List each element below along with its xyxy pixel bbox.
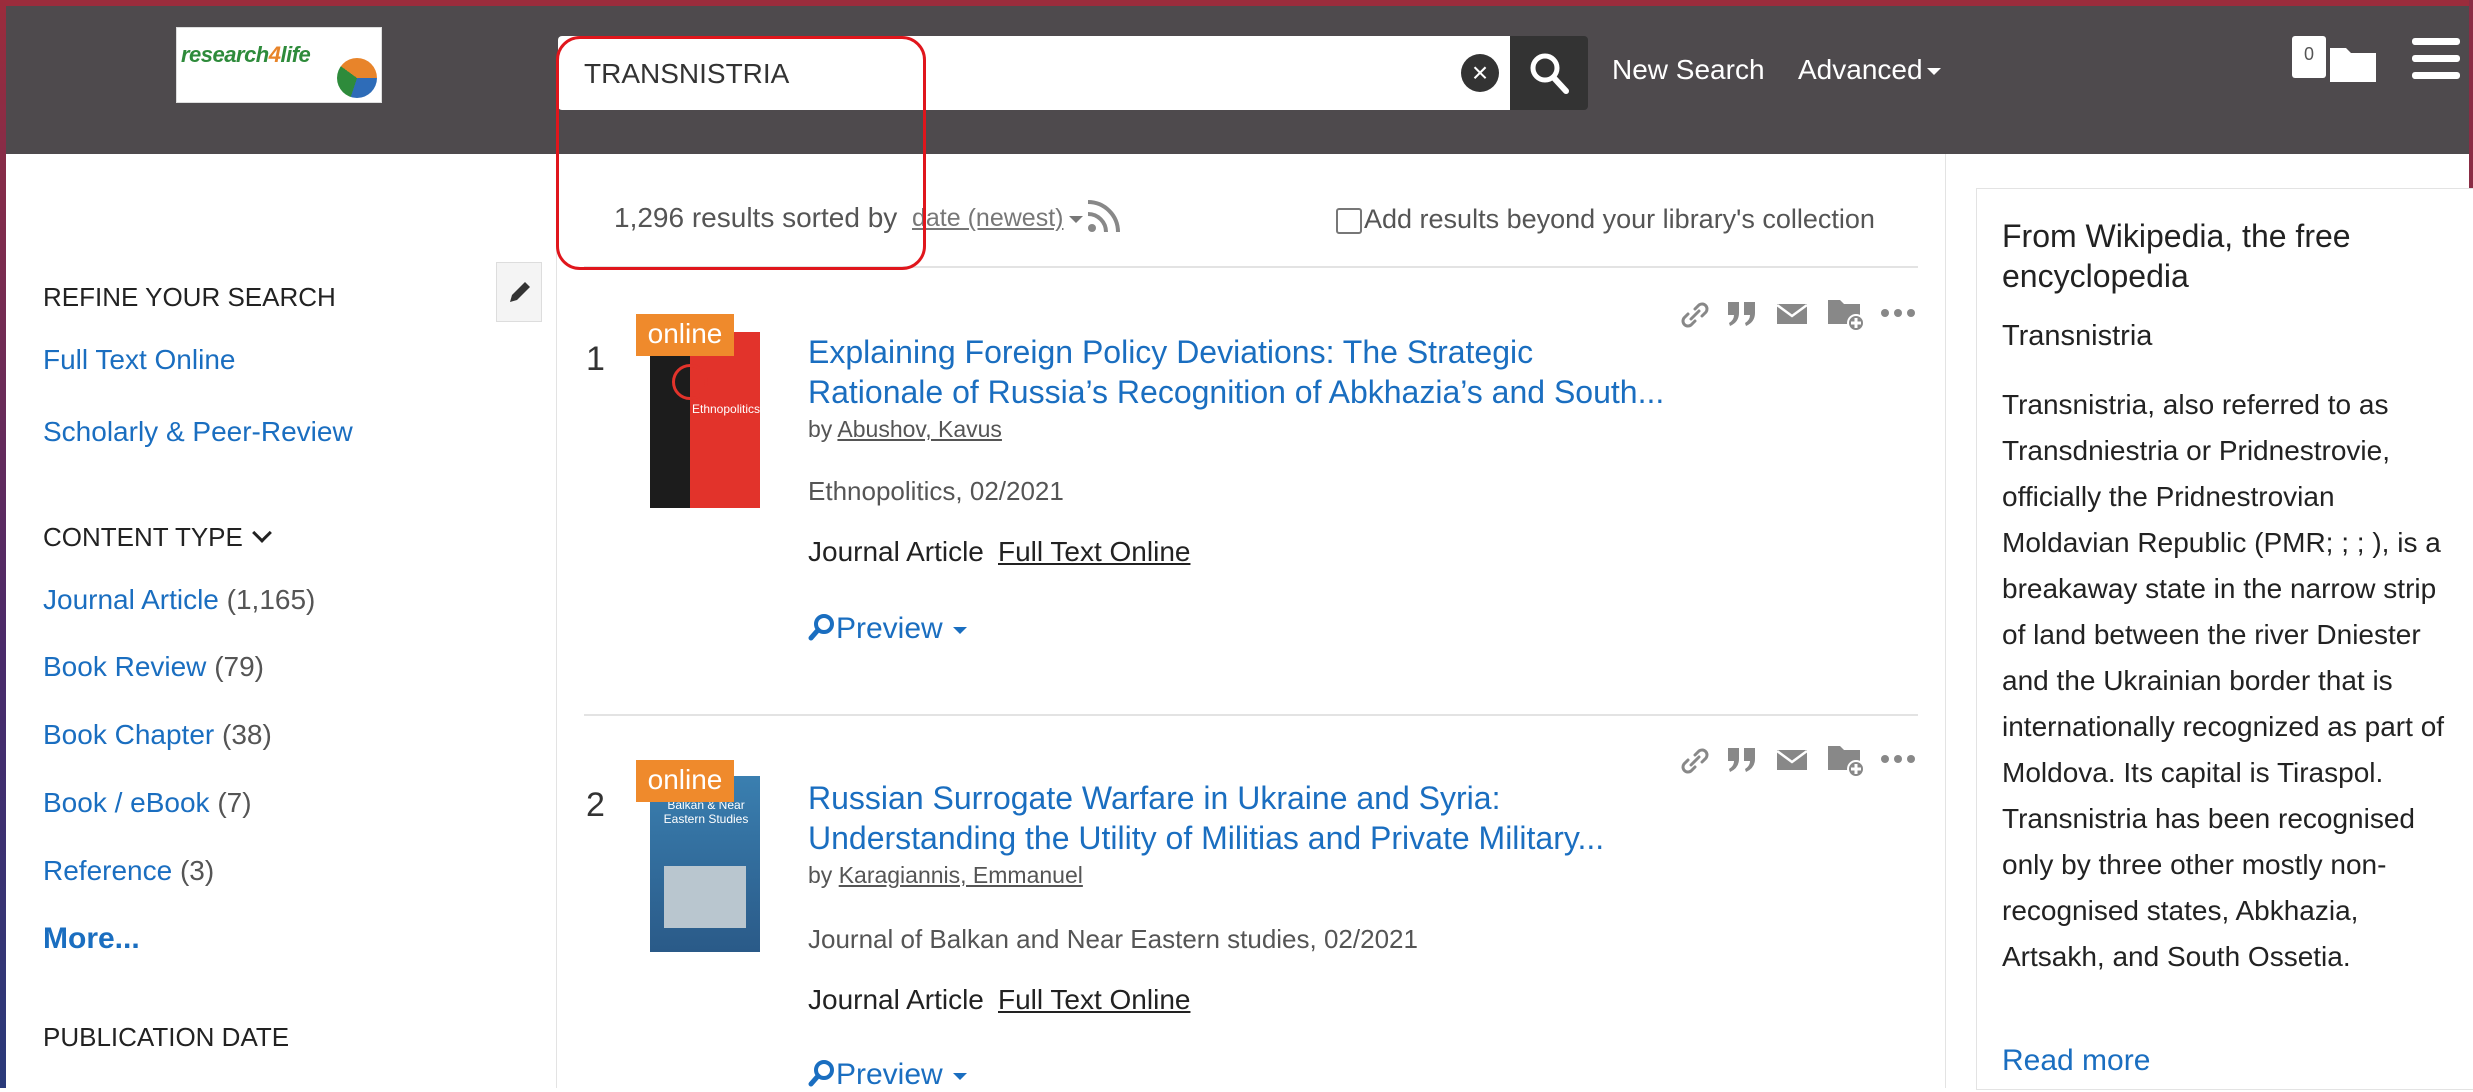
- cover-thumbnail[interactable]: Balkan & Near Eastern Studies: [650, 776, 760, 952]
- preview-search-icon: [808, 1060, 834, 1087]
- more-content-types-link[interactable]: More...: [43, 922, 140, 956]
- result-content-type: Journal Article: [808, 984, 984, 1015]
- preview-search-icon: [808, 614, 834, 641]
- beyond-library-checkbox[interactable]: [1336, 208, 1362, 234]
- clear-search-icon[interactable]: ×: [1461, 54, 1499, 92]
- preview-dropdown[interactable]: Preview: [808, 1058, 967, 1092]
- pencil-icon: [510, 282, 530, 302]
- cite-quote-icon[interactable]: [1726, 298, 1758, 328]
- author-link: Karagiannis, Emmanuel: [838, 862, 1083, 888]
- beyond-library-label[interactable]: Add results beyond your library's collec…: [1364, 204, 1875, 235]
- edit-refine-button[interactable]: [496, 262, 542, 322]
- more-options-icon[interactable]: [1880, 754, 1916, 764]
- online-badge: online: [636, 760, 734, 802]
- result-number: 2: [586, 786, 605, 824]
- author-link: Abushov, Kavus: [837, 416, 1002, 442]
- saved-items-count-badge: 0: [2292, 36, 2326, 78]
- wikipedia-summary: Transnistria, also referred to as Transd…: [2002, 389, 2445, 972]
- cover-title-text: Balkan & Near Eastern Studies: [663, 798, 749, 826]
- hamburger-menu-icon[interactable]: [2412, 38, 2460, 89]
- logo-globe-icon: [337, 58, 377, 98]
- cover-thumbnail[interactable]: Ethnopolitics: [650, 332, 760, 508]
- result-publication: Ethnopolitics, 02/2021: [808, 476, 1064, 506]
- cover-title-text: Ethnopolitics: [692, 402, 761, 416]
- full-text-online-link[interactable]: Full Text Online: [998, 984, 1190, 1016]
- add-to-folder-icon[interactable]: [1826, 740, 1866, 778]
- advanced-search-dropdown[interactable]: Advanced: [1798, 54, 1941, 86]
- preview-dropdown[interactable]: Preview: [808, 612, 967, 646]
- search-button[interactable]: [1510, 36, 1588, 110]
- full-text-online-link[interactable]: Full Text Online: [998, 536, 1190, 568]
- sort-dropdown[interactable]: date (newest): [912, 204, 1084, 233]
- logo-wordmark: research4life: [181, 42, 311, 67]
- caret-down-icon: [952, 1072, 967, 1080]
- result-title-link[interactable]: Explaining Foreign Policy Deviations: Th…: [808, 332, 1668, 412]
- result-number: 1: [586, 340, 605, 378]
- link-icon[interactable]: [1678, 744, 1712, 778]
- filter-scholarly-peer-review[interactable]: Scholarly & Peer-Review: [43, 416, 353, 448]
- result-publication: Journal of Balkan and Near Eastern studi…: [808, 924, 1418, 954]
- window-frame-left: [0, 0, 6, 1088]
- caret-down-icon: [1926, 68, 1941, 76]
- new-search-link[interactable]: New Search: [1612, 54, 1765, 86]
- content-type-item[interactable]: Book / eBook (7): [43, 787, 252, 819]
- advanced-label: Advanced: [1798, 54, 1923, 85]
- caret-down-icon: [952, 626, 967, 634]
- wikipedia-source-label: From Wikipedia, the free encyclopedia: [2002, 218, 2351, 294]
- filter-full-text-online[interactable]: Full Text Online: [43, 344, 235, 376]
- highlight-annotation-box: [556, 36, 926, 270]
- chevron-down-icon: [251, 523, 272, 543]
- result-author[interactable]: by Karagiannis, Emmanuel: [808, 862, 1083, 889]
- folder-icon[interactable]: [2328, 42, 2378, 84]
- result-author[interactable]: by Abushov, Kavus: [808, 416, 1002, 443]
- result-title-link[interactable]: Russian Surrogate Warfare in Ukraine and…: [808, 778, 1668, 858]
- content-type-item[interactable]: Book Chapter (38): [43, 719, 272, 751]
- wikipedia-read-more-link[interactable]: Read more: [2002, 1044, 2150, 1078]
- content-type-item[interactable]: Reference (3): [43, 855, 214, 887]
- wikipedia-article-title: Transnistria: [2002, 320, 2153, 352]
- publication-date-heading[interactable]: PUBLICATION DATE: [43, 1022, 289, 1053]
- research4life-logo[interactable]: research4life: [176, 27, 382, 103]
- email-icon[interactable]: [1776, 302, 1808, 326]
- caret-down-icon: [1069, 215, 1084, 223]
- content-type-item[interactable]: Journal Article (1,165): [43, 584, 315, 616]
- link-icon[interactable]: [1678, 298, 1712, 332]
- search-icon: [1530, 53, 1569, 94]
- more-options-icon[interactable]: [1880, 308, 1916, 318]
- content-type-heading[interactable]: CONTENT TYPE: [43, 522, 272, 553]
- rss-feed-icon[interactable]: [1086, 196, 1124, 234]
- cite-quote-icon[interactable]: [1726, 744, 1758, 774]
- online-badge: online: [636, 314, 734, 356]
- content-type-item[interactable]: Book Review (79): [43, 651, 264, 683]
- add-to-folder-icon[interactable]: [1826, 294, 1866, 332]
- email-icon[interactable]: [1776, 748, 1808, 772]
- result-content-type: Journal Article: [808, 536, 984, 567]
- divider: [584, 714, 1918, 716]
- refine-search-heading: REFINE YOUR SEARCH: [43, 282, 336, 312]
